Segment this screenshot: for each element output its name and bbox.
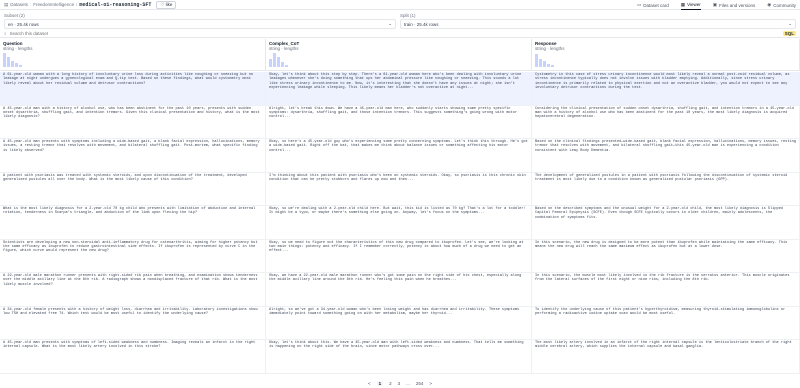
table-cell[interactable]: Considering the clinical presentation of…	[532, 105, 800, 138]
card-icon: ▭	[637, 2, 642, 7]
table-row[interactable]: A 45-year-old man presents with symptoms…	[0, 340, 800, 374]
histogram-bar	[535, 54, 538, 67]
length-histogram	[535, 51, 554, 67]
datasets-icon: ▤	[4, 1, 9, 7]
table-cell[interactable]: A 61-year-old woman with a long history …	[0, 72, 266, 105]
table-cell[interactable]: I'm thinking about this patient with pso…	[266, 172, 532, 205]
histogram-bar	[3, 52, 6, 67]
table-row[interactable]: A patient with psoriasis was treated wit…	[0, 172, 800, 206]
table-cell[interactable]: The most likely artery involved in an in…	[532, 340, 800, 373]
table-row[interactable]: A 45-year-old man presents with symptoms…	[0, 139, 800, 173]
histogram-bar	[19, 64, 22, 67]
histogram-bar	[547, 63, 550, 67]
histogram-bar	[273, 52, 276, 67]
column-header[interactable]: Complex_CoT string · lengths	[266, 39, 532, 71]
column-header[interactable]: Question string · lengths	[0, 39, 266, 71]
table-row[interactable]: A 34-year-old female presents with a his…	[0, 306, 800, 340]
split-selectors: Subset (2) en · 25.4k rows ⌄ Split (1) tr…	[0, 11, 800, 31]
owner-link[interactable]: FreedomIntelligence	[33, 2, 74, 7]
search-bar: ⌕ SQL	[0, 30, 800, 38]
table-cell[interactable]: The development of generalized pustules …	[532, 172, 800, 205]
histogram-bar	[7, 57, 10, 67]
table-cell[interactable]: What is the most likely diagnosis for a …	[0, 206, 266, 239]
table-cell[interactable]: Okay, so we need to figure out the chara…	[266, 239, 532, 272]
table-cell[interactable]: Based on the described symptoms and the …	[532, 206, 800, 239]
table-row[interactable]: What is the most likely diagnosis for a …	[0, 206, 800, 240]
prev-page-button[interactable]: <	[368, 381, 371, 386]
table-cell[interactable]: Alright, so we've got a 34-year-old woma…	[266, 306, 532, 339]
repo-tabs: ▭ Dataset card ▦ Viewer ▣ Files and version…	[637, 0, 796, 10]
repo-name[interactable]: medical-o1-reasoning-SFT	[79, 2, 151, 8]
table-cell[interactable]: Cystometry in this case of stress urinar…	[532, 72, 800, 105]
table-cell[interactable]: Alright, let's break this down. We have …	[266, 105, 532, 138]
column-type: string · lengths	[3, 46, 33, 51]
page-ellipsis: ...	[406, 380, 410, 386]
table-row[interactable]: Scientists are developing a new non-ster…	[0, 239, 800, 273]
table-cell[interactable]: Okay, so we're dealing with a 2-year-old…	[266, 206, 532, 239]
column-header[interactable]: Response string · lengths	[532, 39, 800, 71]
table-cell[interactable]: Okay, let's think about this. We have a …	[266, 340, 532, 373]
histogram-bar	[269, 59, 272, 67]
table-cell[interactable]: Okay, so here's a 45-year-old guy who's …	[266, 139, 532, 172]
page-3[interactable]: 3	[398, 381, 401, 386]
histogram-bar	[11, 60, 14, 67]
table-cell[interactable]: A 45-year-old man presents with symptoms…	[0, 340, 266, 373]
table-cell[interactable]: A 22-year-old male marathon runner prese…	[0, 273, 266, 306]
breadcrumb: ▤ Datasets : FreedomIntelligence / medic…	[4, 0, 177, 9]
tab-viewer[interactable]: ▦ Viewer	[680, 0, 701, 10]
table-cell[interactable]: Based on the clinical findings presented…	[532, 139, 800, 172]
top-bar: ▤ Datasets : FreedomIntelligence / medic…	[0, 0, 800, 10]
tab-files[interactable]: ▣ Files and versions	[713, 0, 756, 10]
table-row[interactable]: A 22-year-old male marathon runner prese…	[0, 273, 800, 307]
page-2[interactable]: 2	[389, 381, 392, 386]
datasets-link[interactable]: Datasets	[10, 2, 28, 7]
search-input[interactable]	[9, 31, 310, 36]
search-icon: ⌕	[4, 31, 7, 36]
like-button[interactable]: ♡ like	[156, 0, 177, 9]
sql-button[interactable]: SQL	[782, 31, 796, 36]
table-row[interactable]: A 45-year-old man with a history of alco…	[0, 105, 800, 139]
page-1[interactable]: 1	[376, 380, 384, 386]
chevron-down-icon: ⌄	[388, 21, 392, 26]
pagination: < 1 2 3 ... 254 >	[0, 378, 800, 388]
histogram-bar	[539, 59, 542, 67]
column-type: string · lengths	[269, 46, 299, 51]
tab-dataset-card[interactable]: ▭ Dataset card	[637, 0, 669, 10]
table-cell[interactable]: To identify the underlying cause of this…	[532, 306, 800, 339]
table-row[interactable]: A 61-year-old woman with a long history …	[0, 72, 800, 106]
viewer-icon: ▦	[680, 1, 686, 7]
community-icon: ◉	[767, 2, 772, 7]
table-cell[interactable]: Scientists are developing a new non-ster…	[0, 239, 266, 272]
split-label: Split (1)	[400, 13, 416, 18]
tab-community[interactable]: ◉ Community	[767, 0, 796, 10]
next-page-button[interactable]: >	[429, 381, 432, 386]
column-type: string · lengths	[535, 46, 565, 51]
table-cell[interactable]: In this scenario, the new drug is design…	[532, 239, 800, 272]
subset-label: Subset (2)	[4, 13, 25, 18]
chevron-down-icon: ⌄	[788, 21, 792, 26]
histogram-bar	[285, 64, 288, 67]
histogram-bar	[551, 65, 554, 67]
files-icon: ▣	[712, 2, 718, 7]
length-histogram	[3, 51, 22, 67]
histogram-bar	[281, 62, 284, 67]
table-cell[interactable]: A 45-year-old man with a history of alco…	[0, 105, 266, 138]
table-cell[interactable]: A 34-year-old female presents with a his…	[0, 306, 266, 339]
histogram-bar	[543, 61, 546, 67]
dataset-table: Question string · lengths Complex_CoT strin…	[0, 39, 800, 377]
length-histogram	[269, 51, 288, 67]
table-cell[interactable]: Okay, let's think about this step by ste…	[266, 72, 532, 105]
table-cell[interactable]: In this scenario, the muscle most likely…	[532, 273, 800, 306]
table-cell[interactable]: A 45-year-old man presents with symptoms…	[0, 139, 266, 172]
histogram-bar	[277, 57, 280, 67]
split-select[interactable]: train · 25.4k rows ⌄	[400, 19, 796, 29]
subset-select[interactable]: en · 25.4k rows ⌄	[4, 19, 396, 29]
histogram-bar	[15, 63, 18, 67]
table-cell[interactable]: A patient with psoriasis was treated wit…	[0, 172, 266, 205]
table-cell[interactable]: Okay, we have a 22-year-old male maratho…	[266, 273, 532, 306]
page-last[interactable]: 254	[416, 381, 424, 386]
